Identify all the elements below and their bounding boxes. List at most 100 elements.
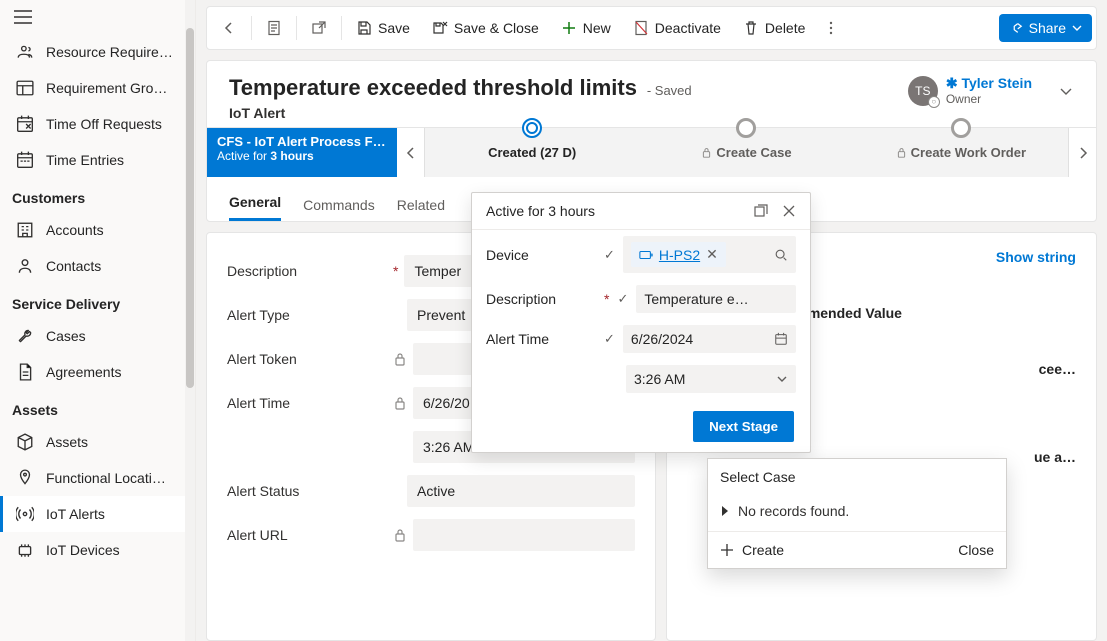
bpf-next-button[interactable] [1068,128,1096,177]
popup-field-label-device: Device [486,247,596,263]
sidebar-item-contacts[interactable]: Contacts [0,248,195,284]
popup-description-input[interactable]: Temperature e… [636,285,796,313]
sidebar-item-label: Functional Locati… [46,470,166,486]
dropdown-create-label: Create [742,542,784,558]
lock-icon [393,528,407,542]
field-label-description: Description [227,263,387,279]
alert-icon [16,505,34,523]
popup-alert-time-date[interactable]: 6/26/2024 [623,325,796,353]
sidebar-item-iotdevices[interactable]: IoT Devices [0,532,195,568]
delete-button[interactable]: Delete [733,14,815,42]
open-in-new-button[interactable] [301,14,337,42]
close-icon [782,204,796,218]
save-label: Save [378,20,410,36]
device-pill-icon [639,249,653,261]
stage-label: Create Case [701,145,791,160]
bpf-stages: Created (27 D) Create Case Create Work O… [425,128,1068,177]
bpf-stage-popup: Active for 3 hours Device ✓ H-PS2 ✕ Desc… [471,192,811,453]
sidebar-item-timeoff[interactable]: Time Off Requests [0,106,195,142]
back-button[interactable] [211,14,247,42]
lookup-remove-icon[interactable]: ✕ [706,246,718,263]
sidebar-scrollbar[interactable] [185,0,195,641]
required-indicator: * [604,291,609,307]
field-label-alert-type: Alert Type [227,307,387,323]
popup-field-label-alert-time: Alert Time [486,331,596,347]
more-vertical-icon [823,20,839,36]
bpf-stage-create-case[interactable]: Create Case [639,128,853,177]
sidebar-item-assets[interactable]: Assets [0,424,195,460]
chevron-down-icon[interactable] [1058,83,1074,99]
sidebar-item-reqgrp[interactable]: Requirement Gro… [0,70,195,106]
check-icon: ✓ [617,291,628,307]
stage-pin-icon [736,118,756,138]
dock-icon [754,204,768,218]
sidebar-item-funcloc[interactable]: Functional Locati… [0,460,195,496]
field-label-alert-token: Alert Token [227,351,387,367]
sidebar-item-resreq[interactable]: Resource Require… [0,34,195,70]
plus-icon [561,20,577,36]
lock-icon [701,147,712,158]
dropdown-create-button[interactable]: Create [720,542,784,558]
sidebar-item-cases[interactable]: Cases [0,318,195,354]
overflow-button[interactable] [817,14,845,42]
sidebar-item-label: Time Entries [46,152,124,168]
presence-icon: ○ [928,96,940,108]
dropdown-empty-text: No records found. [738,503,849,519]
command-bar: Save Save & Close New Deactivate Delete … [206,6,1097,50]
popup-description-value: Temperature e… [644,291,748,307]
bpf-stage-created[interactable]: Created (27 D) [425,128,639,177]
save-close-button[interactable]: Save & Close [422,14,549,42]
deactivate-icon [633,20,649,36]
dropdown-close-button[interactable]: Close [958,542,994,558]
popup-dock-button[interactable] [754,204,768,218]
sidebar-heading-assets: Assets [0,390,195,424]
device-icon [16,541,34,559]
next-stage-button[interactable]: Next Stage [693,411,794,442]
deactivate-button[interactable]: Deactivate [623,14,731,42]
hamburger-button[interactable] [0,0,195,34]
sidebar-item-iotalerts[interactable]: IoT Alerts [0,496,195,532]
share-button[interactable]: Share [999,14,1092,42]
owner-box[interactable]: TS ○ ✱ Tyler Stein Owner [908,75,1074,106]
form-selector-button[interactable] [256,14,292,42]
sidebar-scrollbar-thumb[interactable] [186,28,194,388]
popup-title: Active for 3 hours [486,203,595,219]
tab-related[interactable]: Related [397,187,445,221]
calendar-x-icon [16,115,34,133]
bpf-prev-button[interactable] [397,128,425,177]
sidebar-item-agreements[interactable]: Agreements [0,354,195,390]
bpf-name: CFS - IoT Alert Process Fl… [217,134,387,149]
search-icon[interactable] [774,248,788,262]
select-case-dropdown: Select Case No records found. Create Clo… [707,458,1007,569]
sidebar: Resource Require… Requirement Gro… Time … [0,0,196,641]
hamburger-icon [14,10,32,24]
lookup-link[interactable]: H-PS2 [659,247,700,263]
plus-icon [720,543,734,557]
field-label-alert-url: Alert URL [227,527,387,543]
sidebar-item-label: Cases [46,328,86,344]
chevron-left-icon [406,146,416,160]
sidebar-heading-customers: Customers [0,178,195,212]
bpf-stage-create-wo[interactable]: Create Work Order [854,128,1068,177]
required-indicator: * [393,263,398,279]
save-close-icon [432,20,448,36]
lookup-pill[interactable]: H-PS2 ✕ [631,242,726,267]
save-close-label: Save & Close [454,20,539,36]
popup-device-lookup[interactable]: H-PS2 ✕ [623,236,796,273]
sidebar-item-label: Accounts [46,222,104,238]
field-alert-status[interactable]: Active [407,475,635,507]
show-string-link[interactable]: Show string [996,249,1076,265]
tab-general[interactable]: General [229,184,281,221]
sidebar-item-accounts[interactable]: Accounts [0,212,195,248]
chevron-right-icon [1078,146,1088,160]
popup-alert-time-time[interactable]: 3:26 AM [626,365,796,393]
new-button[interactable]: New [551,14,621,42]
nav: Resource Require… Requirement Gro… Time … [0,34,195,641]
record-title: Temperature exceeded threshold limits [229,75,637,100]
sidebar-item-label: Resource Require… [46,44,173,60]
save-button[interactable]: Save [346,14,420,42]
bpf-info[interactable]: CFS - IoT Alert Process Fl… Active for 3… [207,128,397,177]
sidebar-item-timeentries[interactable]: Time Entries [0,142,195,178]
popup-close-button[interactable] [782,204,796,218]
tab-commands[interactable]: Commands [303,187,375,221]
